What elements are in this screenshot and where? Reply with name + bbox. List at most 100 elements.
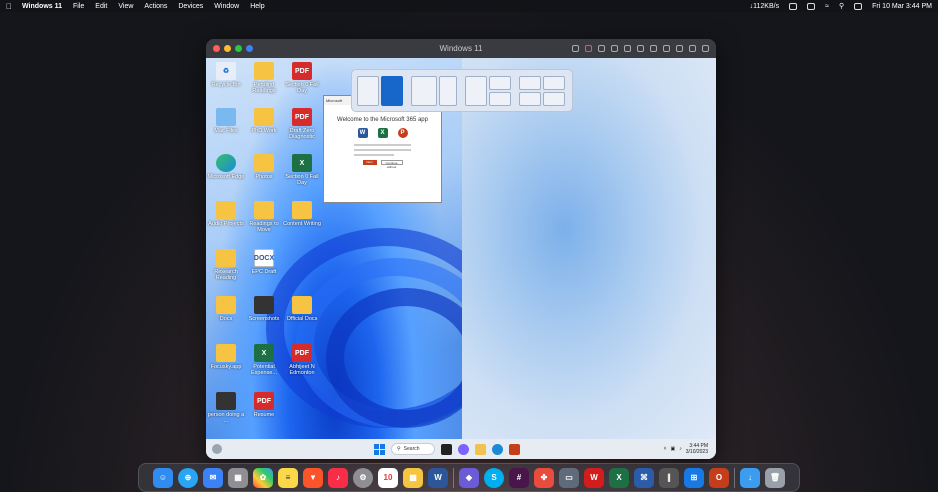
desktop-icon[interactable]: DOCX EPC Draft <box>244 249 284 275</box>
settings-icon[interactable] <box>702 45 709 52</box>
zoom-button[interactable] <box>235 45 242 52</box>
vm-titlebar[interactable]: Windows 11 <box>206 39 716 58</box>
desktop-icon[interactable]: Screenshots <box>244 296 284 322</box>
snap-layout-two-third[interactable] <box>411 75 457 106</box>
shortcut-app-icon[interactable]: ◆ <box>459 467 479 488</box>
parallels-icon[interactable] <box>789 2 798 10</box>
office-icon[interactable]: O <box>709 467 729 488</box>
trash-icon[interactable]: 🗑 <box>765 467 785 488</box>
snap-cell[interactable] <box>519 75 541 90</box>
photos-icon[interactable]: ✿ <box>253 467 273 488</box>
edge-icon[interactable] <box>492 443 503 455</box>
office-primary-button[interactable]: Next <box>362 160 377 165</box>
desktop-icon[interactable]: Microsoft Edge <box>206 154 246 180</box>
printer-icon[interactable] <box>650 45 657 52</box>
snap-cell[interactable] <box>489 91 511 106</box>
desktop-icon[interactable]: Photos <box>244 154 284 180</box>
desktop-icon[interactable]: Pending Readings <box>244 62 284 94</box>
windows-desktop[interactable]: ♻ Recycle Bin Pending Readings PDF Section 0… <box>206 58 716 459</box>
desktop-icon[interactable]: Audio Projects <box>206 201 246 227</box>
desktop-icon[interactable]: PDF Abhijeet N Edmonton <box>282 344 322 376</box>
network-icon[interactable]: ▣ <box>671 446 676 452</box>
snap-cell-right[interactable] <box>381 75 403 106</box>
finder-icon[interactable]: ☺ <box>153 467 173 488</box>
wifi-icon[interactable]: ≈ <box>825 3 829 10</box>
snap-cell[interactable] <box>439 75 457 106</box>
search-icon[interactable]: ⚲ <box>839 2 844 10</box>
office-taskbar-icon[interactable] <box>509 443 520 455</box>
wps-icon[interactable]: W <box>584 467 604 488</box>
menu-window[interactable]: Window <box>214 3 239 10</box>
snap-cell[interactable] <box>543 91 565 106</box>
menu-actions[interactable]: Actions <box>144 3 167 10</box>
desktop-icon[interactable]: person doing a ... <box>206 392 246 424</box>
menu-app-name[interactable]: Windows 11 <box>22 3 62 10</box>
desktop-icon[interactable]: Docs <box>206 296 246 322</box>
notes-icon[interactable]: ≡ <box>278 467 298 488</box>
coherence-button[interactable] <box>246 45 253 52</box>
snap-cell[interactable] <box>465 75 487 106</box>
control-center-icon[interactable] <box>854 2 863 10</box>
grid-app-icon[interactable]: ▩ <box>403 467 423 488</box>
desktop-icon[interactable]: PDF Draft Zero Diagnostic <box>282 108 322 140</box>
screenshot-icon[interactable] <box>676 45 683 52</box>
widgets-icon[interactable] <box>212 444 222 454</box>
minimize-button[interactable] <box>224 45 231 52</box>
keyboard-icon[interactable] <box>572 45 579 52</box>
safari-icon[interactable]: ⊕ <box>178 467 198 488</box>
task-view-icon[interactable] <box>441 443 452 455</box>
close-button[interactable] <box>213 45 220 52</box>
chat-icon[interactable] <box>458 443 469 455</box>
desktop-icon[interactable]: Readings to Move <box>244 201 284 233</box>
back-icon[interactable] <box>689 45 696 52</box>
desktop-icon[interactable]: Content Writing <box>282 201 322 227</box>
mail-icon[interactable]: ✉ <box>203 467 223 488</box>
desktop-icon[interactable]: Official Docs <box>282 296 322 322</box>
desktop-icon[interactable]: X Potential Expense... <box>244 344 284 376</box>
desktop-icon[interactable]: Focusky.app <box>206 344 246 370</box>
snap-layout-quad[interactable] <box>519 75 565 106</box>
apple-menu-icon[interactable]:  <box>6 2 12 11</box>
downloads-folder-icon[interactable]: ↓ <box>740 467 760 488</box>
file-explorer-icon[interactable] <box>475 443 486 455</box>
snap-layout-halves[interactable] <box>357 75 403 106</box>
brave-icon[interactable]: ▼ <box>303 467 323 488</box>
camera-icon[interactable] <box>663 45 670 52</box>
snap-cell[interactable] <box>489 75 511 90</box>
music-icon[interactable]: ♪ <box>328 467 348 488</box>
usb-icon[interactable] <box>598 45 605 52</box>
snap-cell-left[interactable] <box>357 75 379 106</box>
excel-icon[interactable]: X <box>609 467 629 488</box>
record-icon[interactable] <box>585 45 592 52</box>
menu-file[interactable]: File <box>73 3 84 10</box>
menu-devices[interactable]: Devices <box>178 3 203 10</box>
taskbar-clock[interactable]: 3:44 PM 3/10/2023 <box>686 443 708 455</box>
snap-cell[interactable] <box>411 75 437 106</box>
desktop-icon[interactable]: X Section 0 Fall Day <box>282 154 322 186</box>
calendar-icon[interactable]: 10 <box>378 467 398 488</box>
network-icon[interactable] <box>611 45 618 52</box>
skype-icon[interactable]: S <box>484 467 504 488</box>
parallels-app-icon[interactable]: ∥ <box>659 467 679 488</box>
preview-icon[interactable]: ▭ <box>559 467 579 488</box>
chevron-up-icon[interactable]: ˄ <box>664 446 667 452</box>
snap-layout-grid[interactable] <box>465 75 511 106</box>
launchpad-icon[interactable]: ▦ <box>228 467 248 488</box>
microphone-icon[interactable] <box>637 45 644 52</box>
desktop-icon[interactable]: PhD Work <box>244 108 284 134</box>
menubar-clock[interactable]: Fri 10 Mar 3:44 PM <box>872 3 932 10</box>
menu-view[interactable]: View <box>118 3 133 10</box>
windows-app-icon[interactable]: ⊞ <box>684 467 704 488</box>
system-settings-icon[interactable]: ⚙ <box>353 467 373 488</box>
desktop-icon[interactable]: Mac Files <box>206 108 246 134</box>
desktop-icon[interactable]: PDF Resume <box>244 392 284 418</box>
desktop-icon[interactable]: PDF Section 0 Fall Day <box>282 62 322 94</box>
remote-desktop-icon[interactable]: ⌘ <box>634 467 654 488</box>
slack-icon[interactable]: # <box>509 467 529 488</box>
battery-icon[interactable] <box>807 2 816 10</box>
volume-icon[interactable]: ♪ <box>679 446 682 452</box>
menu-help[interactable]: Help <box>250 3 264 10</box>
desktop-icon[interactable]: ♻ Recycle Bin <box>206 62 246 88</box>
taskbar-search[interactable]: ⚲ Search <box>391 443 435 455</box>
start-button[interactable] <box>374 443 385 455</box>
